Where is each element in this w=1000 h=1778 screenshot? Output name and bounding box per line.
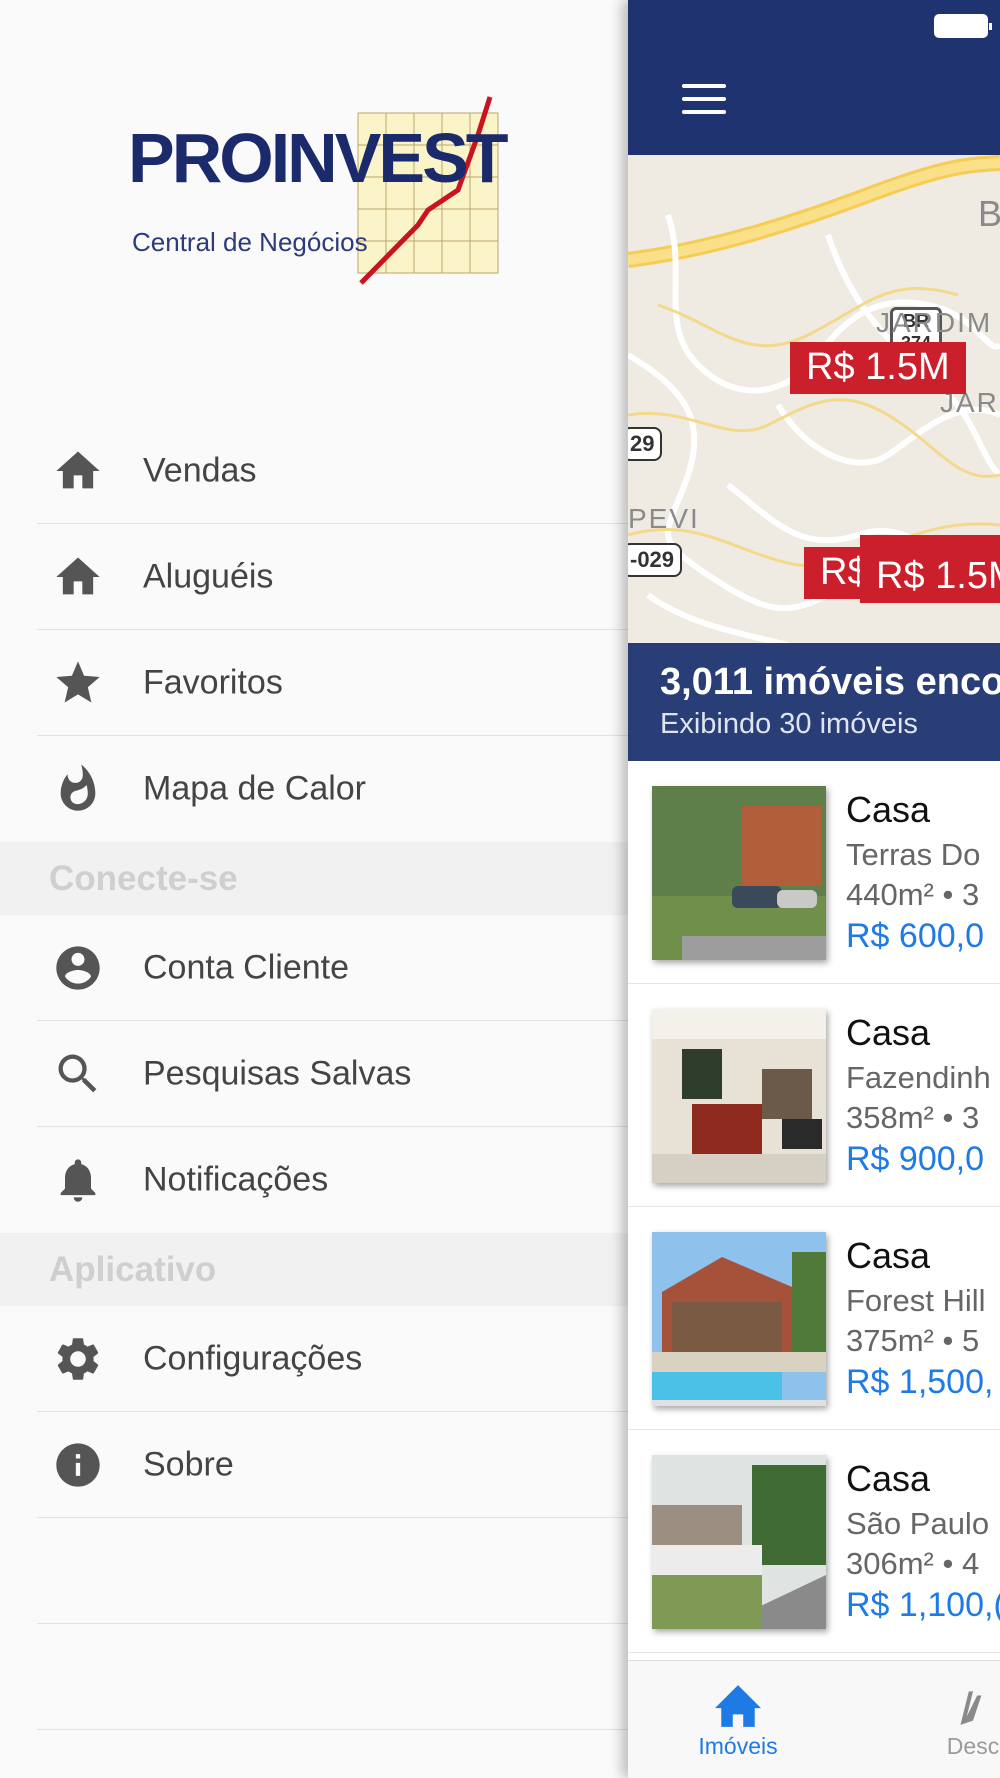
listing-item[interactable]: Casa São Paulo 306m² • 4 R$ 1,100,(	[628, 1430, 1000, 1653]
results-shown: Exibindo 30 imóveis	[660, 708, 918, 740]
hand-icon	[947, 1683, 999, 1729]
listing-type: Casa	[846, 1012, 931, 1053]
listing-price: R$ 900,0	[846, 1140, 984, 1178]
listing-area: 375m² • 5	[846, 1323, 980, 1358]
section-header-label: Aplicativo	[49, 1249, 217, 1289]
menu-toggle-button[interactable]	[682, 84, 726, 116]
menu-item-configuracoes[interactable]: Configurações	[0, 1306, 628, 1412]
map-label-jardim: JARDIM A	[876, 307, 1000, 338]
listing-type: Casa	[846, 1458, 931, 1499]
account-circle-icon	[52, 942, 104, 994]
results-summary-bar: 3,011 imóveis enco Exibindo 30 imóveis	[628, 643, 1000, 761]
listing-photo	[652, 1009, 826, 1183]
menu-item-label: Conta Cliente	[143, 948, 350, 987]
flame-icon	[52, 763, 104, 815]
menu-item-pesquisas-salvas[interactable]: Pesquisas Salvas	[0, 1021, 628, 1127]
tab-desc[interactable]: Desc	[928, 1661, 1000, 1778]
results-count: 3,011 imóveis enco	[660, 661, 1000, 703]
listing-item[interactable]: Casa Terras Do 440m² • 3 R$ 600,0	[628, 761, 1000, 984]
road-shield-029: -029	[628, 543, 683, 577]
listing-area: 306m² • 4	[846, 1546, 980, 1581]
listing-item[interactable]: Casa Forest Hill 375m² • 5 R$ 1,500,	[628, 1207, 1000, 1430]
listing-type: Casa	[846, 789, 931, 830]
menu-item-sobre[interactable]: Sobre	[0, 1412, 628, 1518]
menu-item-label: Mapa de Calor	[143, 769, 367, 808]
listing-type: Casa	[846, 1235, 931, 1276]
listing-location: Fazendinh	[846, 1060, 991, 1095]
menu-item-alugueis[interactable]: Aluguéis	[0, 524, 628, 630]
map-label-b: B	[978, 193, 1000, 234]
listing-price: R$ 1,500,	[846, 1363, 994, 1401]
menu-item-label: Sobre	[143, 1445, 234, 1484]
listing-photo	[652, 1455, 826, 1629]
main-panel: BR374 JARDIM A JARD PEVI B 29 -029 R$ 1.…	[628, 0, 1000, 1778]
tab-label: Desc	[946, 1733, 1000, 1759]
menu-item-vendas[interactable]: Vendas	[0, 418, 628, 524]
info-icon	[52, 1439, 104, 1491]
drawer-menu: Vendas Aluguéis Favoritos Mapa de Calor …	[0, 418, 628, 1730]
listing-location: São Paulo	[846, 1506, 990, 1541]
map-label-pevi: PEVI	[628, 503, 700, 534]
battery-icon	[934, 14, 992, 38]
map-price-marker[interactable]: R$ 1.5M	[860, 535, 1000, 603]
menu-item-notificacoes[interactable]: Notificações	[0, 1127, 628, 1233]
menu-item-mapa-de-calor[interactable]: Mapa de Calor	[0, 736, 628, 842]
logo-wordmark: PROINVEST	[128, 119, 509, 197]
listing-item[interactable]: Casa Fazendinh 358m² • 3 R$ 900,0	[628, 984, 1000, 1207]
logo-tagline: Central de Negócios	[132, 227, 368, 257]
home-icon	[712, 1683, 764, 1729]
home-icon	[52, 551, 104, 603]
listing-location: Terras Do	[846, 837, 981, 872]
menu-item-favoritos[interactable]: Favoritos	[0, 630, 628, 736]
empty-row	[0, 1518, 628, 1624]
search-icon	[52, 1048, 104, 1100]
nav-bar	[628, 0, 1000, 155]
menu-item-label: Configurações	[143, 1339, 363, 1378]
listing-price: R$ 600,0	[846, 917, 984, 955]
menu-item-label: Aluguéis	[143, 557, 274, 596]
listing-photo	[652, 1232, 826, 1406]
tab-imoveis[interactable]: Imóveis	[686, 1661, 790, 1778]
listing-area: 358m² • 3	[846, 1100, 980, 1135]
map-price-marker[interactable]: R$ 1.5M	[790, 342, 966, 394]
proinvest-logo: PROINVEST Central de Negócios	[128, 95, 509, 290]
road-shield-29: 29	[628, 427, 663, 461]
section-header-aplicativo: Aplicativo	[0, 1233, 628, 1306]
tab-label: Imóveis	[698, 1733, 778, 1759]
empty-row	[0, 1624, 628, 1730]
navigation-drawer: PROINVEST Central de Negócios Vendas Alu…	[0, 0, 628, 1778]
section-header-label: Conecte-se	[49, 858, 238, 898]
star-icon	[52, 657, 104, 709]
bell-icon	[52, 1154, 104, 1206]
section-header-conecte-se: Conecte-se	[0, 842, 628, 915]
menu-item-label: Pesquisas Salvas	[143, 1054, 412, 1093]
menu-item-label: Favoritos	[143, 663, 283, 702]
menu-item-label: Vendas	[143, 451, 257, 490]
listing-photo	[652, 786, 826, 960]
menu-item-conta-cliente[interactable]: Conta Cliente	[0, 915, 628, 1021]
map-view[interactable]: BR374 JARDIM A JARD PEVI B 29 -029 R$ 1.…	[628, 155, 1000, 645]
listing-area: 440m² • 3	[846, 877, 980, 912]
listing-price: R$ 1,100,(	[846, 1586, 1000, 1624]
menu-item-label: Notificações	[143, 1160, 329, 1199]
listing-location: Forest Hill	[846, 1283, 986, 1318]
listing-list: Casa Terras Do 440m² • 3 R$ 600,0 Casa F…	[628, 761, 1000, 1653]
gear-icon	[52, 1333, 104, 1385]
tab-bar: Imóveis Desc	[628, 1660, 1000, 1778]
home-icon	[52, 445, 104, 497]
